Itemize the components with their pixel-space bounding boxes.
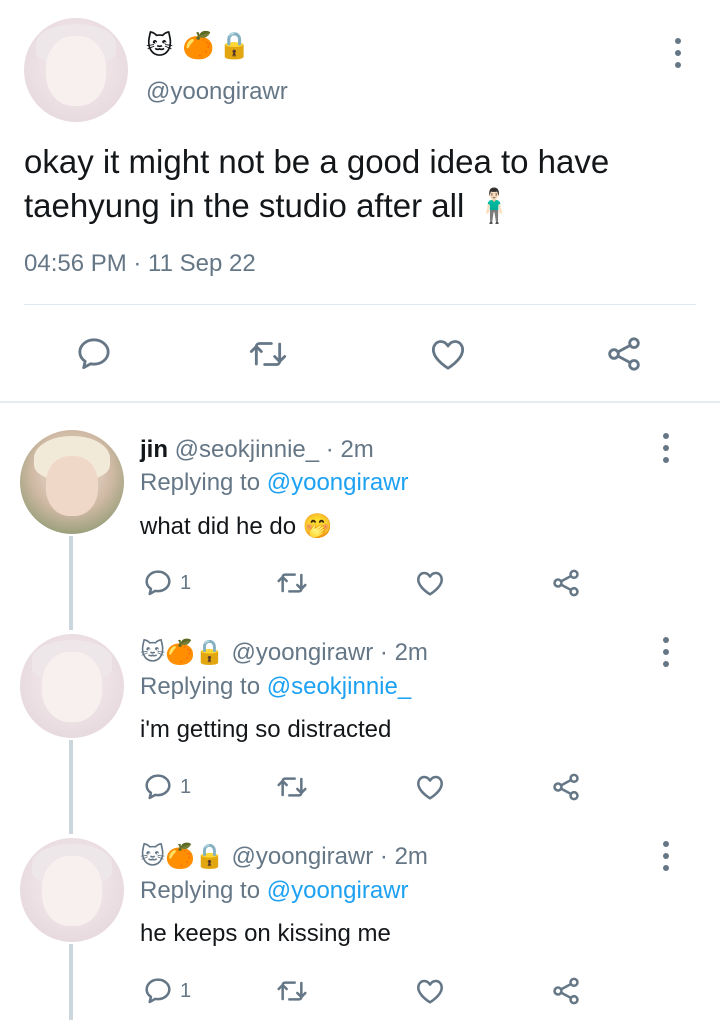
mention-link[interactable]: @yoongirawr [267, 469, 409, 496]
replying-label: Replying to [140, 673, 261, 700]
thread-connector [69, 536, 73, 630]
lock-icon: 🔒 [194, 843, 225, 870]
avatar[interactable] [20, 430, 124, 534]
user-handle[interactable]: @yoongirawr [146, 78, 288, 106]
reply-icon[interactable] [142, 567, 174, 599]
profile-emoji-cat: 🐱 [146, 30, 174, 60]
retweet-icon[interactable] [274, 771, 310, 803]
mention-link[interactable]: @seokjinnie_ [267, 673, 411, 700]
share-icon[interactable] [550, 975, 582, 1007]
profile-emoji-orange: 🍊 [165, 639, 195, 666]
reply-count: 1 [180, 980, 192, 1002]
reply-icon[interactable] [142, 975, 174, 1007]
section-divider [0, 401, 720, 403]
replying-label: Replying to [140, 469, 261, 496]
like-icon[interactable] [414, 771, 446, 803]
avatar[interactable] [20, 634, 124, 738]
reply-header: 🐱🍊🔒 @yoongirawr · 2m [140, 842, 428, 871]
reply-text: what did he do 🤭 [140, 513, 333, 540]
reply-header: jin @seokjinnie_ · 2m [140, 436, 374, 464]
reply-time: · 2m [379, 639, 428, 666]
reply-text: i'm getting so distracted [140, 716, 392, 743]
tweet-timestamp[interactable]: 04:56 PM · 11 Sep 22 [24, 250, 256, 278]
reply-count: 1 [180, 572, 192, 594]
thread-connector [69, 740, 73, 834]
like-icon[interactable] [414, 975, 446, 1007]
avatar[interactable] [24, 18, 128, 122]
tweet-text: okay it might not be a good idea to have… [24, 140, 704, 228]
lock-icon: 🔒 [194, 639, 225, 666]
profile-emoji-cat: 🐱 [140, 639, 166, 666]
reply-icon[interactable] [74, 334, 114, 374]
thread-connector [69, 944, 73, 1020]
like-icon[interactable] [428, 334, 468, 374]
replying-to: Replying to @yoongirawr [140, 877, 409, 905]
reply-time: · 2m [325, 436, 374, 463]
divider [24, 304, 696, 305]
reply-count: 1 [180, 776, 192, 798]
profile-emoji-orange: 🍊 [182, 30, 215, 60]
like-icon[interactable] [414, 567, 446, 599]
more-options-icon[interactable] [671, 38, 685, 68]
reply-icon[interactable] [142, 771, 174, 803]
lock-icon: 🔒 [218, 30, 251, 60]
reply-text: he keeps on kissing me [140, 920, 391, 947]
share-icon[interactable] [604, 334, 644, 374]
share-icon[interactable] [550, 771, 582, 803]
user-handle[interactable]: @seokjinnie_ [175, 436, 319, 463]
retweet-icon[interactable] [274, 975, 310, 1007]
share-icon[interactable] [550, 567, 582, 599]
reply-time: · 2m [379, 843, 428, 870]
avatar[interactable] [20, 838, 124, 942]
mention-link[interactable]: @yoongirawr [267, 877, 409, 904]
more-options-icon[interactable] [659, 433, 673, 463]
more-options-icon[interactable] [659, 841, 673, 871]
profile-emoji-orange: 🍊 [165, 843, 195, 870]
replying-to: Replying to @yoongirawr [140, 469, 409, 497]
display-name[interactable]: jin [140, 436, 168, 463]
tweet-text-line: okay it might not be a good idea to have [24, 143, 610, 180]
profile-emoji-cat: 🐱 [140, 843, 166, 870]
user-handle[interactable]: @yoongirawr [231, 639, 373, 666]
replying-label: Replying to [140, 877, 261, 904]
tweet-text-line: taehyung in the studio after all 🧍🏻‍♂️ [24, 187, 515, 224]
more-options-icon[interactable] [659, 637, 673, 667]
user-handle[interactable]: @yoongirawr [231, 843, 373, 870]
replying-to: Replying to @seokjinnie_ [140, 673, 411, 701]
retweet-icon[interactable] [274, 567, 310, 599]
retweet-icon[interactable] [246, 334, 290, 374]
reply-header: 🐱🍊🔒 @yoongirawr · 2m [140, 638, 428, 667]
